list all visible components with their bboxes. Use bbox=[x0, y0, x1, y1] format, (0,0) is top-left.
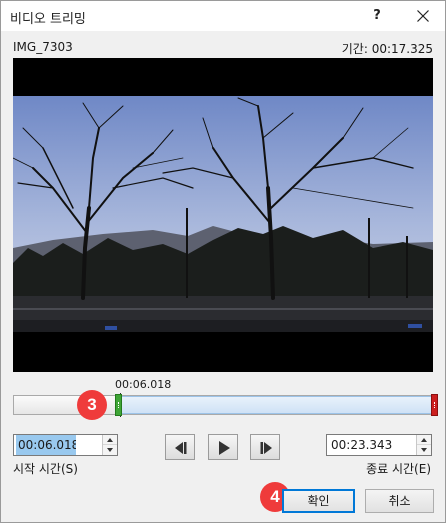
trim-selection-range bbox=[120, 396, 434, 414]
duration-text: 기간: 00:17.325 bbox=[341, 42, 433, 56]
step-3-badge: 3 bbox=[77, 390, 107, 420]
play-button[interactable] bbox=[208, 434, 238, 460]
file-name: IMG_7303 bbox=[13, 40, 73, 54]
play-icon bbox=[219, 441, 230, 455]
close-button[interactable] bbox=[407, 3, 439, 29]
start-time-down-button[interactable] bbox=[103, 445, 117, 455]
previous-frame-icon bbox=[175, 442, 187, 454]
cancel-button[interactable]: 취소 bbox=[365, 489, 434, 513]
end-time-input[interactable] bbox=[329, 435, 409, 455]
dialog-title: 비디오 트리밍 bbox=[10, 12, 86, 27]
video-preview[interactable] bbox=[13, 58, 433, 372]
end-time-down-button[interactable] bbox=[417, 445, 431, 455]
start-time-up-button[interactable] bbox=[103, 435, 117, 445]
end-time-up-button[interactable] bbox=[417, 435, 431, 445]
start-time-label: 시작 시간(S) bbox=[13, 462, 78, 476]
help-button[interactable]: ? bbox=[363, 5, 391, 27]
video-trim-dialog: 비디오 트리밍 ? IMG_7303 기간: 00:17.325 00:06.0… bbox=[0, 0, 446, 523]
video-frame bbox=[13, 58, 433, 372]
start-trim-handle[interactable] bbox=[115, 394, 122, 416]
end-time-stepper[interactable] bbox=[326, 434, 432, 456]
start-time-input[interactable] bbox=[16, 435, 76, 455]
end-time-spin-buttons bbox=[416, 435, 431, 455]
end-time-label: 종료 시간(E) bbox=[366, 462, 431, 476]
end-trim-handle[interactable] bbox=[431, 394, 438, 416]
start-time-spin-buttons bbox=[102, 435, 117, 455]
title-bar: 비디오 트리밍 ? bbox=[1, 1, 445, 31]
ok-button[interactable]: 확인 bbox=[282, 489, 355, 513]
start-time-stepper[interactable] bbox=[13, 434, 118, 456]
playhead-time: 00:06.018 bbox=[115, 378, 172, 391]
close-icon bbox=[417, 10, 429, 22]
previous-frame-button[interactable] bbox=[165, 434, 195, 460]
next-frame-button[interactable] bbox=[250, 434, 280, 460]
next-frame-icon bbox=[260, 442, 272, 454]
